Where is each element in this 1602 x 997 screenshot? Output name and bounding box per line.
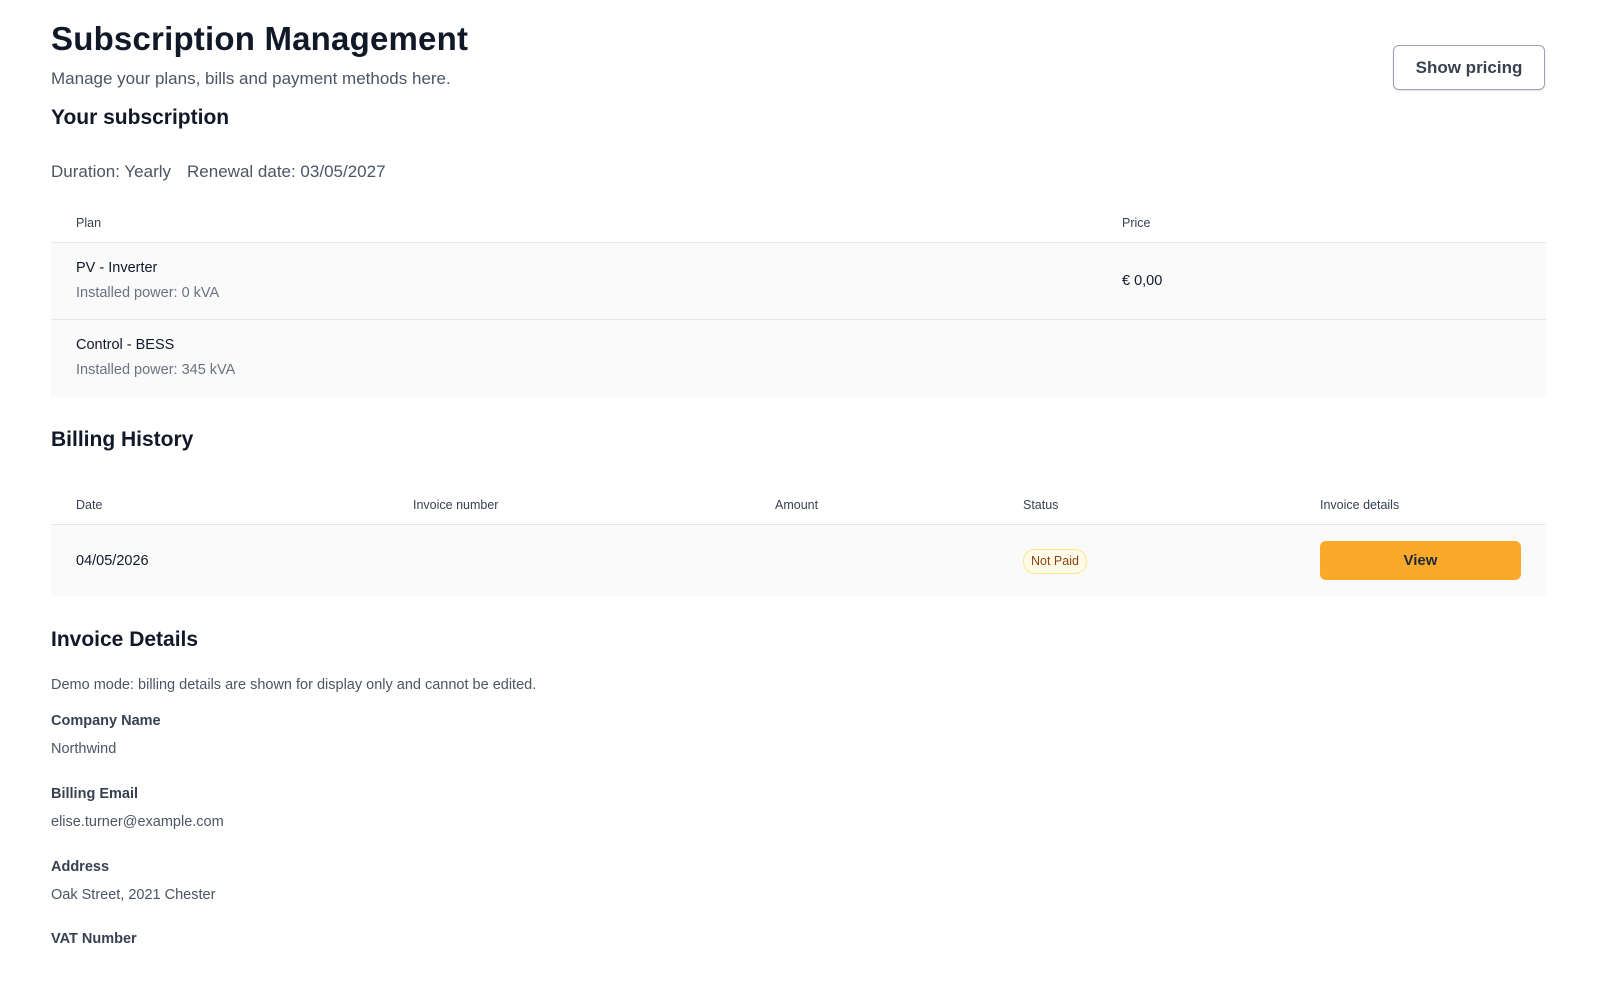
duration-text: Duration: Yearly (51, 162, 172, 181)
plans-table: Plan Price PV - Inverter Installed power… (51, 202, 1546, 397)
column-header-date: Date (76, 498, 103, 512)
billing-history-title: Billing History (51, 428, 194, 451)
plan-installed-power: Installed power: 0 kVA (76, 285, 220, 301)
billing-date: 04/05/2026 (76, 553, 149, 569)
page-subtitle: Manage your plans, bills and payment met… (51, 69, 451, 88)
column-header-plan: Plan (76, 216, 102, 230)
plans-table-header: Plan Price (51, 202, 1546, 243)
renewal-date-text: Renewal date: 03/05/2027 (187, 162, 386, 181)
demo-mode-note: Demo mode: billing details are shown for… (51, 677, 537, 693)
billing-history-table: Date Invoice number Amount Status Invoic… (51, 484, 1546, 596)
vat-number-label: VAT Number (51, 931, 137, 947)
subscription-meta: Duration: Yearly Renewal date: 03/05/202… (51, 162, 386, 182)
company-name-value: Northwind (51, 741, 117, 757)
plan-price: € 0,00 (1122, 273, 1163, 289)
address-label: Address (51, 859, 110, 875)
table-row: 04/05/2026 Not Paid View (51, 525, 1546, 596)
subscription-section-title: Your subscription (51, 106, 230, 129)
plan-name: Control - BESS (76, 337, 175, 353)
billing-email-value: elise.turner@example.com (51, 814, 224, 830)
address-value: Oak Street, 2021 Chester (51, 887, 216, 903)
page-title: Subscription Management (51, 20, 469, 57)
subscription-management-page: Subscription Management Manage your plan… (0, 0, 1602, 997)
plan-name: PV - Inverter (76, 260, 158, 276)
column-header-status: Status (1023, 498, 1059, 512)
column-header-amount: Amount (775, 498, 819, 512)
column-header-price: Price (1122, 216, 1151, 230)
company-name-label: Company Name (51, 713, 161, 729)
table-row: PV - Inverter Installed power: 0 kVA € 0… (51, 243, 1546, 320)
show-pricing-button[interactable]: Show pricing (1393, 45, 1545, 90)
billing-table-header: Date Invoice number Amount Status Invoic… (51, 484, 1546, 525)
plan-installed-power: Installed power: 345 kVA (76, 362, 236, 378)
column-header-invoice-details: Invoice details (1320, 498, 1400, 512)
invoice-details-title: Invoice Details (51, 628, 199, 651)
billing-email-label: Billing Email (51, 786, 139, 802)
table-row: Control - BESS Installed power: 345 kVA (51, 320, 1546, 397)
status-badge: Not Paid (1023, 549, 1087, 574)
view-invoice-button[interactable]: View (1320, 541, 1521, 580)
column-header-invoice-number: Invoice number (413, 498, 499, 512)
